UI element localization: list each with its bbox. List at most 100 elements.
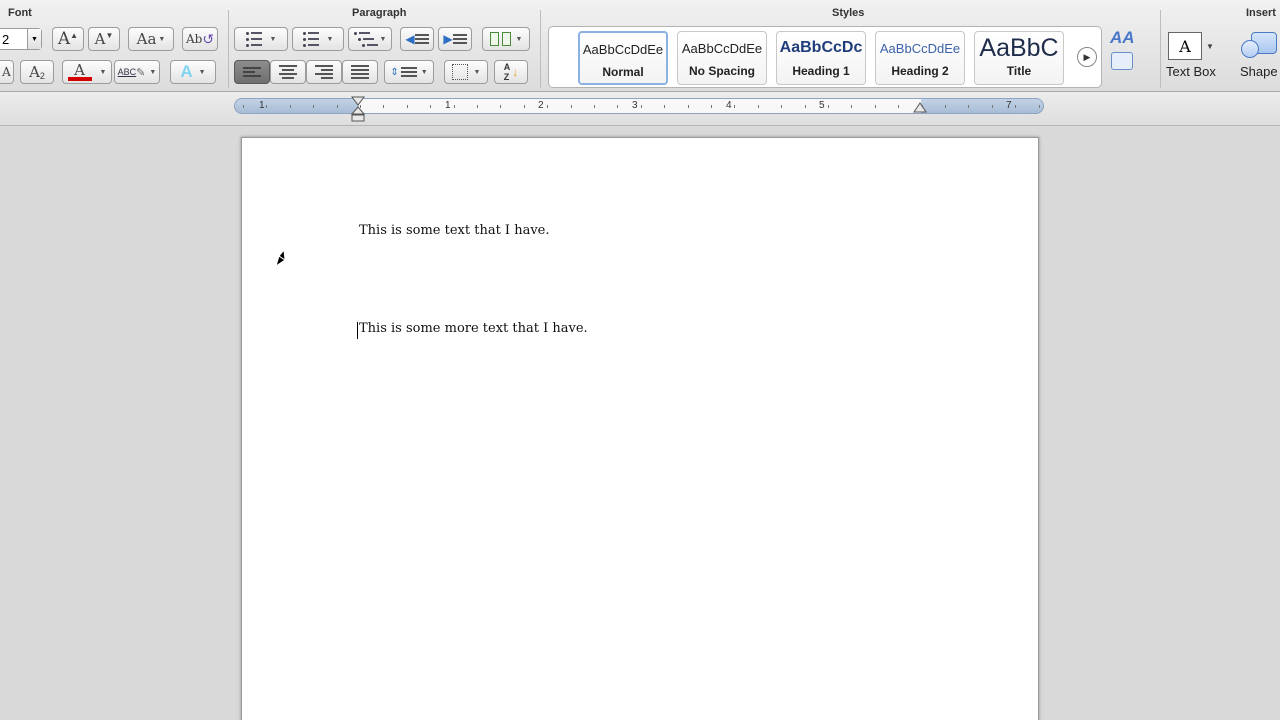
group-separator (1160, 10, 1161, 88)
align-left-icon (243, 67, 261, 77)
chevron-down-icon: ▼ (515, 35, 523, 43)
mouse-pointer-icon (275, 248, 286, 268)
ruler-number: 5 (819, 100, 825, 111)
multilevel-list-icon (354, 32, 378, 47)
ruler-tick (243, 105, 244, 108)
sort-button[interactable]: A Z ↓ (494, 60, 528, 84)
caret-up-icon: ▲ (70, 30, 79, 40)
indent-lines-icon (452, 34, 467, 44)
shrink-font-button[interactable]: A ▼ (88, 27, 120, 51)
ruler-tick (430, 105, 431, 108)
line-spacing-button[interactable]: ⇕ ▼ (384, 60, 434, 84)
ruler-tick (688, 105, 689, 108)
shape-button[interactable]: Shape (1240, 32, 1278, 79)
justify-button[interactable] (342, 60, 378, 84)
ruler-number: 1 (445, 100, 451, 111)
sort-arrow-icon: ↓ (512, 65, 519, 79)
numbering-button[interactable]: ▼ (292, 27, 344, 51)
ruler-bar: 1 1 2 3 4 5 7 (0, 92, 1280, 126)
ruler-tick (547, 105, 548, 108)
align-left-button[interactable] (234, 60, 270, 84)
gallery-next-icon[interactable]: ▶ (1077, 47, 1097, 67)
ruler-number: 3 (632, 100, 638, 111)
grow-font-label: A (57, 29, 71, 49)
highlight-button[interactable]: ABC ✎ ▼ (114, 60, 160, 84)
font-color-button[interactable]: A ▼ (62, 60, 112, 84)
style-sample: AaBbCcDdEe (582, 41, 664, 57)
eraser-icon: ↺ (202, 30, 215, 47)
ruler-tick (571, 105, 572, 108)
highlight-label: ABC (117, 67, 137, 77)
style-no-spacing[interactable]: AaBbCcDdEe No Spacing (677, 31, 767, 85)
font-color-icon: A (67, 61, 92, 81)
font-size-input[interactable]: 2 ▼ (0, 28, 42, 50)
ruler-tick (781, 105, 782, 108)
chevron-down-icon: ▼ (326, 35, 334, 43)
borders-button[interactable]: ▼ (444, 60, 488, 84)
shrink-font-label: A (94, 30, 106, 48)
multilevel-list-button[interactable]: ▼ (348, 27, 392, 51)
style-normal[interactable]: AaBbCcDdEe Normal (578, 31, 668, 85)
style-name: Heading 2 (891, 64, 949, 78)
style-title[interactable]: AaBbC Title (974, 31, 1064, 85)
ruler-tick (851, 105, 852, 108)
font-color-bar (67, 77, 92, 81)
group-separator (540, 10, 541, 88)
text-effects-label: A (180, 62, 193, 81)
font-group-label: Font (8, 7, 32, 19)
align-right-button[interactable] (306, 60, 342, 84)
columns-button[interactable]: ▼ (482, 27, 530, 51)
ruler-tick (454, 105, 455, 108)
ruler-tick (337, 105, 338, 108)
insert-group-label: Insert (1246, 7, 1276, 19)
styles-group-label: Styles (832, 7, 865, 19)
grow-font-button[interactable]: A ▲ (52, 27, 84, 51)
ruler-tick (968, 105, 969, 108)
text-box-icon: A ▼ (1167, 32, 1214, 60)
ruler-tick (805, 105, 806, 108)
ruler-tick (290, 105, 291, 108)
text-box-label: Text Box (1166, 64, 1216, 79)
superscript-button[interactable]: A (0, 60, 14, 84)
caret-down-icon: ▼ (105, 30, 114, 40)
subscript-button[interactable]: A2 (20, 60, 54, 84)
change-case-label: Aa (136, 30, 157, 48)
text-effects-button[interactable]: A ▼ (170, 60, 216, 84)
paragraph-1[interactable]: This is some text that I have. (359, 223, 550, 238)
right-indent-marker-icon[interactable] (913, 102, 927, 114)
align-center-button[interactable] (270, 60, 306, 84)
decrease-indent-button[interactable]: ◀ (400, 27, 434, 51)
style-name: Heading 1 (792, 64, 850, 78)
ruler-tick (266, 105, 267, 108)
style-name: No Spacing (688, 64, 755, 78)
subscript-2-icon: 2 (39, 71, 45, 81)
change-styles-button[interactable]: AA (1110, 28, 1135, 70)
paragraph-group-label: Paragraph (352, 7, 407, 19)
font-color-label: A (74, 61, 85, 79)
chevron-down-icon: ▼ (99, 68, 107, 76)
ruler-tick (758, 105, 759, 108)
increase-indent-button[interactable]: ▶ (438, 27, 472, 51)
style-heading-1[interactable]: AaBbCcDc Heading 1 (776, 31, 866, 85)
style-name: Normal (602, 65, 644, 79)
indent-lines-icon (414, 34, 429, 44)
change-case-button[interactable]: Aa ▼ (128, 27, 174, 51)
ruler-text-area (359, 99, 921, 113)
paragraph-2[interactable]: This is some more text that I have. (359, 321, 588, 336)
chevron-down-icon[interactable]: ▼ (27, 29, 41, 49)
chevron-down-icon: ▼ (269, 35, 277, 43)
ruler-tick (945, 105, 946, 108)
style-heading-2[interactable]: AaBbCcDdEe Heading 2 (875, 31, 965, 85)
left-indent-marker-icon[interactable] (351, 96, 365, 122)
clear-formatting-button[interactable]: Ab ↺ (182, 27, 218, 51)
ruler-tick (594, 105, 595, 108)
ruler-number: 2 (538, 100, 544, 111)
chevron-down-icon: ▼ (379, 35, 387, 43)
ruler-tick (617, 105, 618, 108)
ruler-tick (313, 105, 314, 108)
font-size-value: 2 (2, 31, 10, 47)
document-page[interactable]: This is some text that I have. This is s… (241, 137, 1039, 720)
bullets-button[interactable]: ▼ (234, 27, 288, 51)
text-box-button[interactable]: A ▼ Text Box (1166, 32, 1216, 79)
group-separator (228, 10, 229, 88)
